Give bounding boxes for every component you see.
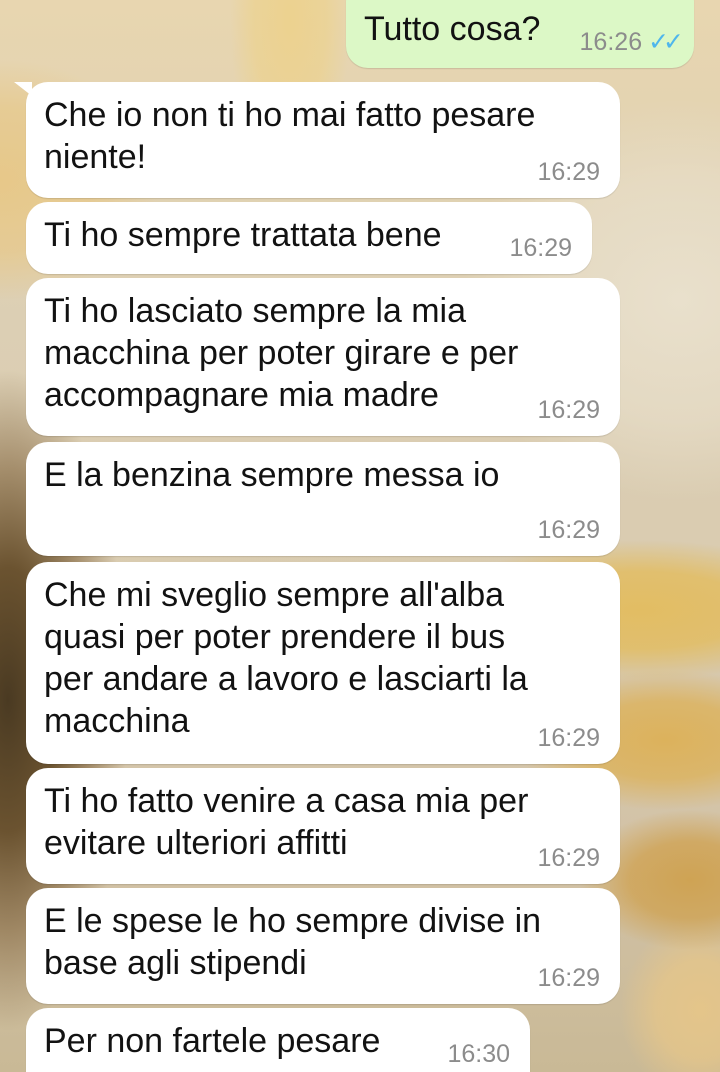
message-text: Ti ho fatto venire a casa mia per evitar… — [44, 782, 529, 862]
message-text: Che mi sveglio sempre all'alba quasi per… — [44, 576, 528, 740]
message-time: 16:29 — [537, 516, 600, 544]
message-time-text: 16:26 — [579, 28, 643, 56]
message-text: Per non fartele pesare — [44, 1022, 381, 1060]
incoming-message[interactable]: Che io non ti ho mai fatto pesare niente… — [26, 82, 620, 198]
incoming-message[interactable]: E la benzina sempre messa io 16:29 — [26, 442, 620, 556]
chat-conversation[interactable]: Tutto cosa? 16:26 ✓✓ Che io non ti ho mai… — [0, 0, 720, 1072]
incoming-message[interactable]: E le spese le ho sempre divise in base a… — [26, 888, 620, 1004]
incoming-message[interactable]: Ti ho lasciato sempre la mia macchina pe… — [26, 278, 620, 436]
message-text: E le spese le ho sempre divise in base a… — [44, 902, 542, 982]
message-time: 16:29 — [537, 964, 600, 992]
bubble-tail — [14, 82, 32, 96]
message-time: 16:29 — [509, 234, 572, 262]
message-time: 16:30 — [447, 1040, 510, 1068]
message-text: Che io non ti ho mai fatto pesare niente… — [44, 96, 536, 176]
incoming-message[interactable]: Per non fartele pesare 16:30 — [26, 1008, 530, 1072]
message-text: E la benzina sempre messa io — [44, 456, 500, 494]
message-time: 16:29 — [537, 396, 600, 424]
message-time: 16:29 — [537, 158, 600, 186]
message-time: 16:26 ✓✓ — [579, 28, 684, 56]
outgoing-message[interactable]: Tutto cosa? 16:26 ✓✓ — [346, 0, 694, 68]
message-time: 16:29 — [537, 724, 600, 752]
incoming-message[interactable]: Ti ho sempre trattata bene 16:29 — [26, 202, 592, 274]
incoming-message[interactable]: Ti ho fatto venire a casa mia per evitar… — [26, 768, 620, 884]
incoming-message[interactable]: Che mi sveglio sempre all'alba quasi per… — [26, 562, 620, 764]
message-text: Ti ho lasciato sempre la mia macchina pe… — [44, 292, 519, 414]
message-text: Tutto cosa? — [364, 10, 541, 48]
message-time: 16:29 — [537, 844, 600, 872]
message-text: Ti ho sempre trattata bene — [44, 216, 442, 254]
double-check-read-icon: ✓✓ — [648, 28, 684, 56]
